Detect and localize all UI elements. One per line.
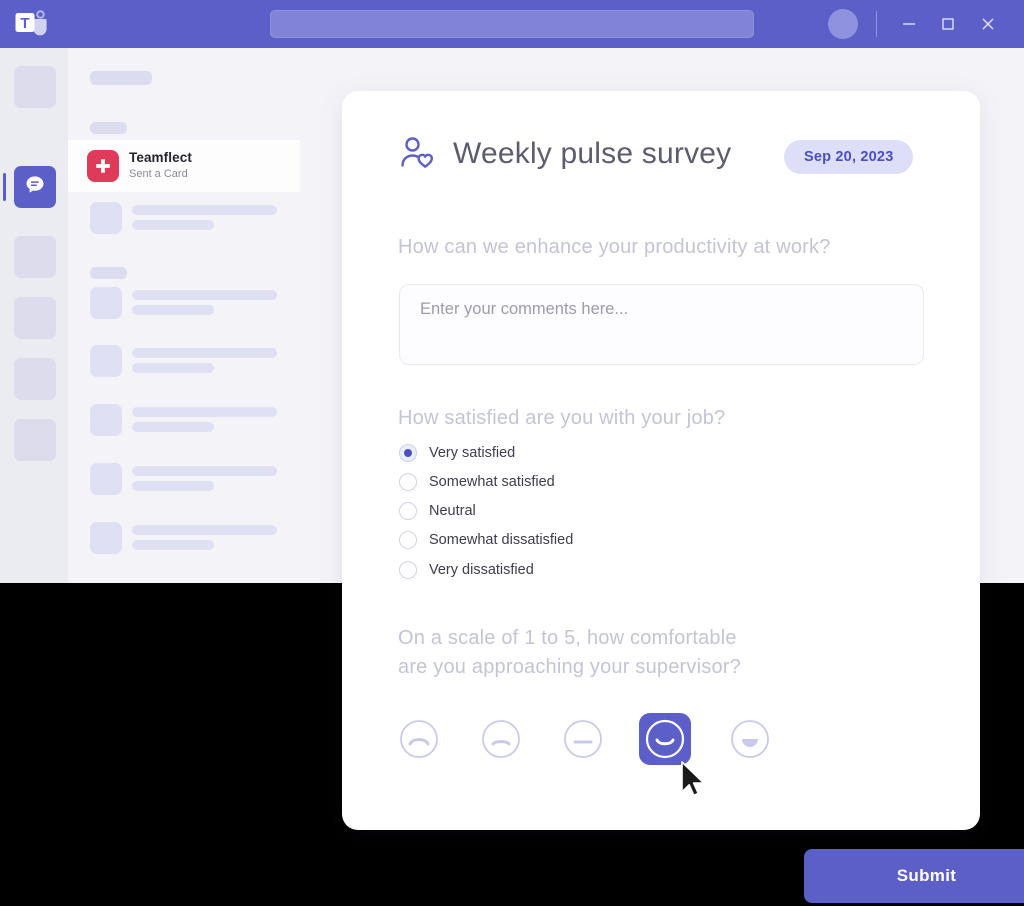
face-happy-icon[interactable] — [639, 713, 691, 765]
maximize-button[interactable] — [938, 14, 958, 34]
teamflect-plus-icon — [87, 150, 119, 182]
skeleton-header-2 — [90, 267, 127, 279]
question-label-supervisor-line2: are you approaching your supervisor? — [398, 656, 741, 678]
radio-option-somewhat-dissatisfied[interactable]: Somewhat dissatisfied — [399, 531, 573, 549]
radio-label: Somewhat dissatisfied — [429, 532, 574, 548]
radio-option-very-satisfied[interactable]: Very satisfied — [399, 444, 515, 462]
skeleton-header-1 — [90, 122, 127, 134]
face-very-happy-icon[interactable] — [727, 716, 773, 762]
radio-label: Somewhat satisfied — [429, 474, 555, 490]
sidebar-item-chat[interactable] — [14, 166, 56, 208]
rail-item-0[interactable] — [14, 66, 56, 108]
rail-item-2[interactable] — [14, 236, 56, 278]
rail-item-4[interactable] — [14, 358, 56, 400]
page-title: Weekly pulse survey — [453, 137, 732, 170]
radio-indicator — [399, 444, 417, 462]
chat-list: Teamflect Sent a Card — [68, 48, 300, 583]
face-very-sad-icon[interactable] — [396, 716, 442, 762]
svg-text:T: T — [20, 15, 29, 32]
list-item-teamflect[interactable]: Teamflect Sent a Card — [68, 140, 300, 192]
comments-textarea[interactable]: Enter your comments here... — [399, 284, 924, 365]
search-input[interactable] — [270, 10, 754, 38]
submit-button[interactable]: Submit — [804, 849, 1024, 903]
radio-option-somewhat-satisfied[interactable]: Somewhat satisfied — [399, 473, 555, 491]
question-label-job-satisfaction: How satisfied are you with your job? — [398, 407, 726, 429]
mouse-pointer-icon — [679, 760, 709, 804]
screen-root: T Teamflect Sent a Card Weekly pulse sur… — [0, 0, 1024, 906]
status-badge: Sep 20, 2023 — [784, 140, 914, 174]
rail-active-indicator — [3, 173, 6, 201]
radio-indicator — [399, 531, 417, 549]
teams-logo-icon: T — [14, 8, 48, 40]
rail-item-5[interactable] — [14, 419, 56, 461]
radio-option-neutral[interactable]: Neutral — [399, 502, 476, 520]
title-bar: T — [0, 0, 1024, 48]
radio-indicator — [399, 502, 417, 520]
comments-placeholder: Enter your comments here... — [420, 300, 629, 318]
face-sad-icon[interactable] — [478, 716, 524, 762]
rail-item-3[interactable] — [14, 297, 56, 339]
avatar[interactable] — [828, 9, 858, 39]
survey-header: Weekly pulse survey — [398, 134, 731, 174]
minimize-button[interactable] — [899, 14, 919, 34]
question-label-supervisor-line1: On a scale of 1 to 5, how comfortable — [398, 627, 737, 649]
app-rail — [0, 48, 68, 583]
radio-label: Neutral — [429, 503, 476, 519]
question-label-productivity: How can we enhance your productivity at … — [398, 236, 831, 258]
radio-indicator — [399, 561, 417, 579]
person-heart-icon — [398, 134, 438, 174]
chat-icon — [23, 173, 47, 202]
skeleton-header-0 — [90, 71, 152, 85]
close-button[interactable] — [978, 14, 998, 34]
face-neutral-icon[interactable] — [560, 716, 606, 762]
radio-label: Very dissatisfied — [429, 562, 534, 578]
radio-option-very-dissatisfied[interactable]: Very dissatisfied — [399, 561, 534, 579]
list-item-subtitle: Sent a Card — [129, 168, 188, 180]
radio-label: Very satisfied — [429, 445, 516, 461]
titlebar-divider — [876, 11, 877, 37]
radio-indicator — [399, 473, 417, 491]
list-item-title: Teamflect — [129, 150, 192, 165]
